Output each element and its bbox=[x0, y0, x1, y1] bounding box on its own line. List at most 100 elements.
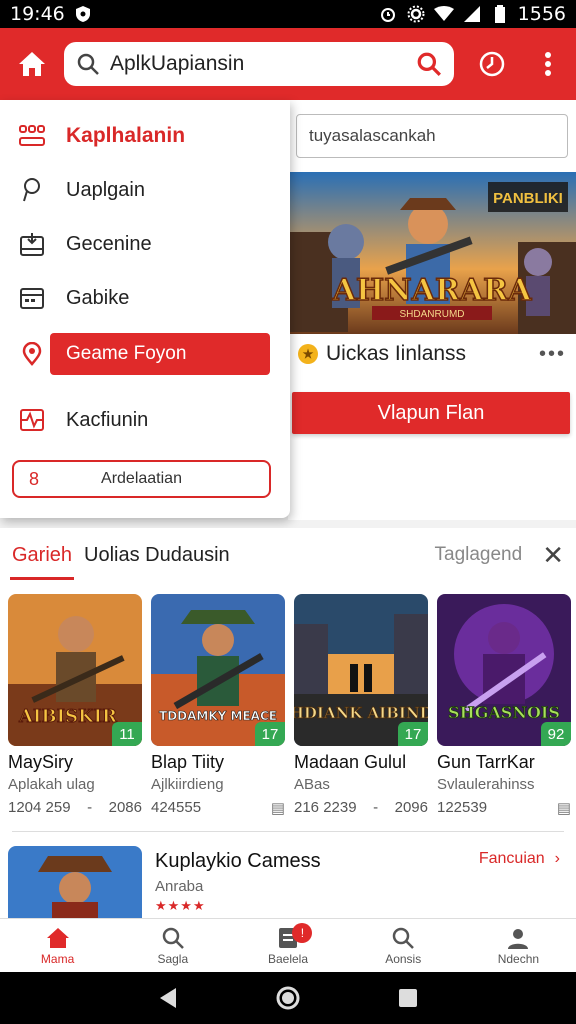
panel-primary-button[interactable]: Vlapun Flan bbox=[292, 392, 570, 434]
game-name: MaySiry bbox=[8, 752, 74, 772]
close-icon[interactable]: ✕ bbox=[542, 540, 564, 571]
drawer-item-5[interactable]: Kacfiunin bbox=[0, 394, 290, 446]
alarm-icon bbox=[378, 5, 398, 23]
nav-item-profile[interactable]: Ndechn bbox=[461, 919, 576, 972]
banner-tag: PANBLIKI bbox=[493, 190, 563, 207]
game-subtitle: Ajlkiirdieng bbox=[151, 776, 224, 793]
drawer-item-4[interactable]: Geame Foyon bbox=[50, 333, 270, 375]
featured-title: Kuplaykio Camess bbox=[155, 850, 321, 872]
banner-subtitle: SHDANRUMD bbox=[400, 309, 465, 320]
game-card[interactable]: SHGASNOIS 92 Gun TarrKar Svlaulerahinss … bbox=[437, 594, 571, 824]
more-options-button[interactable] bbox=[520, 28, 576, 100]
archive-icon: ▤ bbox=[270, 800, 285, 817]
nav-item-search[interactable]: Sagla bbox=[115, 919, 230, 972]
nav-item-home[interactable]: Mama bbox=[0, 919, 115, 972]
game-name: Blap Tiity bbox=[151, 752, 225, 772]
panel-search-field[interactable]: tuyasalascankah bbox=[296, 114, 568, 158]
game-meta: 424555 ▤ bbox=[151, 799, 285, 817]
panel-game-title: Uickas Iinlanss bbox=[326, 342, 467, 365]
right-panel: tuyasalascankah PANBLIKI AHNARARA SHDANR… bbox=[288, 100, 576, 520]
search-icon bbox=[392, 927, 415, 949]
search-icon bbox=[77, 53, 99, 75]
location-pin-icon bbox=[18, 340, 46, 368]
drawer-item-1[interactable]: Uaplgain bbox=[0, 164, 290, 216]
game-banner[interactable]: PANBLIKI AHNARARA SHDANRUMD bbox=[288, 172, 576, 334]
featured-game-row[interactable]: Kuplaykio Camess Anraba ★★★★ Fancuian › bbox=[8, 846, 568, 918]
card-art-title: AIBISKIR bbox=[18, 706, 118, 727]
grid-icon bbox=[18, 122, 46, 150]
top-app-bar bbox=[0, 28, 576, 100]
back-icon[interactable] bbox=[158, 987, 178, 1009]
section-right-label[interactable]: Taglagend bbox=[435, 544, 523, 566]
drawer-item-label: Gecenine bbox=[66, 232, 152, 255]
search-bar[interactable] bbox=[64, 42, 454, 86]
status-battery-text: 1556 bbox=[517, 3, 566, 25]
activity-icon bbox=[18, 406, 46, 434]
tray-icon bbox=[18, 230, 46, 258]
game-card[interactable]: AIBISKIR 11 MaySiry Aplakah ulag 1204 25… bbox=[8, 594, 142, 824]
drawer-item-0[interactable]: Kaplhalanin bbox=[0, 110, 290, 162]
calendar-icon bbox=[18, 284, 46, 312]
meta-separator: - bbox=[373, 799, 379, 816]
status-bar: 19:46 1556 bbox=[0, 0, 576, 28]
home-circle-icon[interactable] bbox=[275, 985, 301, 1011]
drawer-item-4-icon bbox=[0, 328, 50, 380]
nav-label: Ndechn bbox=[497, 951, 540, 966]
settings-icon bbox=[406, 5, 426, 23]
card-art-title: THDIANK AIBINDS bbox=[294, 704, 428, 722]
nav-label: Baelela bbox=[267, 951, 309, 966]
game-subtitle: Svlaulerahinss bbox=[437, 776, 535, 793]
drawer-item-label: Geame Foyon bbox=[66, 343, 187, 364]
game-meta: 1204 259 - 2086 bbox=[8, 799, 142, 816]
featured-subtitle: Anraba bbox=[155, 878, 204, 895]
card-art-title: TDDAMKY MEACE bbox=[159, 709, 277, 723]
game-name: Madaan Gulul bbox=[294, 752, 407, 772]
wifi-icon bbox=[433, 5, 454, 23]
archive-icon: ▤ bbox=[556, 800, 571, 817]
panel-search-placeholder: tuyasalascankah bbox=[309, 126, 436, 145]
rating-badge: 11 bbox=[112, 722, 142, 746]
tab-active[interactable]: Garieh bbox=[9, 528, 75, 582]
game-subtitle: Aplakah ulag bbox=[8, 776, 95, 793]
shield-icon bbox=[73, 5, 93, 23]
search-icon bbox=[162, 927, 184, 949]
recents-icon[interactable] bbox=[398, 988, 418, 1008]
meta-left: 424555 bbox=[151, 799, 202, 816]
more-horizontal-icon[interactable]: ••• bbox=[539, 343, 566, 366]
drawer-item-3[interactable]: Gabike bbox=[0, 272, 290, 324]
game-card[interactable]: TDDAMKY MEACE 17 Blap Tiity Ajlkiirdieng… bbox=[151, 594, 285, 824]
game-subtitle: ABas bbox=[294, 776, 330, 793]
signal-icon bbox=[462, 5, 482, 23]
search-submit-icon[interactable] bbox=[416, 51, 442, 77]
home-button[interactable] bbox=[0, 28, 64, 100]
clock-icon bbox=[479, 51, 505, 77]
featured-link-label: Fancuian bbox=[478, 850, 545, 867]
navigation-drawer: Kaplhalanin Uaplgain Gecenine Gabike Gea… bbox=[0, 100, 290, 518]
more-vertical-icon bbox=[545, 52, 551, 76]
rating-badge: 17 bbox=[255, 722, 285, 746]
history-button[interactable] bbox=[464, 28, 520, 100]
panel-game-title-row: ★ Uickas Iinlanss ••• bbox=[298, 342, 566, 366]
meta-right: 2086 bbox=[108, 799, 142, 816]
chevron-right-icon: › bbox=[554, 850, 560, 867]
search-input[interactable] bbox=[110, 52, 406, 76]
section-tabs: Garieh Uolias Dudausin Taglagend ✕ bbox=[0, 528, 576, 582]
featured-link[interactable]: Fancuian › bbox=[479, 850, 560, 868]
nav-item-explore[interactable]: Aonsis bbox=[346, 919, 461, 972]
star-rating: ★★★★ bbox=[155, 898, 206, 913]
rating-badge: 17 bbox=[398, 722, 428, 746]
person-icon bbox=[508, 928, 529, 949]
coin-icon: ★ bbox=[298, 344, 318, 364]
game-meta: 122539 ▤ bbox=[437, 799, 571, 817]
game-thumbnail: TDDAMKY MEACE 17 bbox=[151, 594, 285, 746]
game-card[interactable]: THDIANK AIBINDS 17 Madaan Gulul ABas 216… bbox=[294, 594, 428, 824]
drawer-action-button[interactable]: 8 Ardelaatian bbox=[12, 460, 271, 498]
nav-item-documents[interactable]: Baelela ! bbox=[230, 919, 345, 972]
drawer-button-number: 8 bbox=[28, 468, 39, 489]
divider bbox=[12, 831, 564, 832]
meta-left: 122539 bbox=[437, 799, 488, 816]
banner-title: AHNARARA bbox=[332, 273, 532, 308]
game-thumbnail: AIBISKIR 11 bbox=[8, 594, 142, 746]
tab-second[interactable]: Uolias Dudausin bbox=[84, 544, 230, 567]
drawer-item-2[interactable]: Gecenine bbox=[0, 218, 290, 270]
